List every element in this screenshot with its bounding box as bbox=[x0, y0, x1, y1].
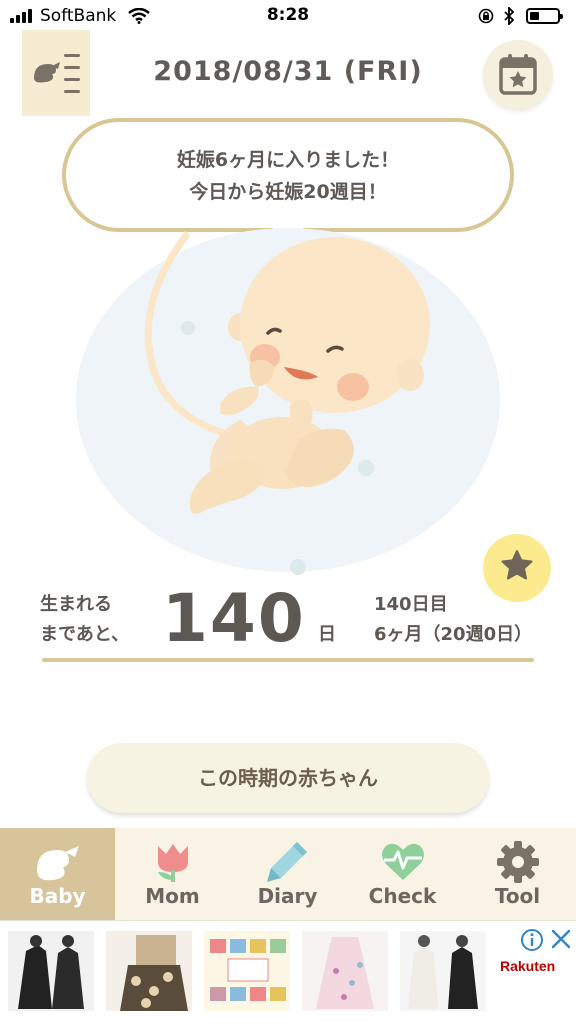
tab-mom[interactable]: Mom bbox=[115, 828, 230, 920]
calendar-button[interactable] bbox=[483, 40, 553, 110]
pencil-icon bbox=[267, 842, 307, 882]
ad-brand-logo: Rakuten bbox=[500, 958, 556, 974]
tab-baby-label: Baby bbox=[29, 884, 86, 908]
tab-baby[interactable]: Baby bbox=[0, 828, 115, 920]
countdown-label-line-1: 生まれる bbox=[40, 594, 112, 615]
ad-product-image[interactable] bbox=[106, 931, 192, 1011]
ad-product-image[interactable] bbox=[204, 931, 290, 1011]
ad-product-image[interactable] bbox=[400, 931, 486, 1011]
countdown-label: 生まれる まであと、 bbox=[40, 590, 129, 650]
pregnancy-progress: 140日目 6ヶ月（20週0日） bbox=[374, 590, 532, 650]
tab-diary[interactable]: Diary bbox=[230, 828, 345, 920]
tab-mom-label: Mom bbox=[145, 884, 200, 908]
days-remaining: 140 bbox=[162, 580, 306, 657]
ad-product-image[interactable] bbox=[8, 931, 94, 1011]
tab-tool-label: Tool bbox=[494, 884, 541, 908]
heart-pulse-icon bbox=[382, 843, 424, 880]
bird-icon bbox=[37, 846, 79, 881]
month-week: 6ヶ月（20週0日） bbox=[374, 624, 533, 645]
close-icon[interactable] bbox=[550, 928, 572, 950]
star-icon bbox=[501, 550, 533, 580]
days-unit: 日 bbox=[318, 624, 336, 645]
status-bar: SoftBank 8:28 bbox=[0, 0, 576, 34]
ad-product-image[interactable] bbox=[302, 931, 388, 1011]
orientation-lock-icon bbox=[478, 8, 494, 24]
ad-banner[interactable] bbox=[0, 920, 576, 1025]
baby-this-period-button[interactable]: この時期の赤ちゃん bbox=[87, 743, 489, 813]
divider bbox=[42, 658, 534, 662]
message-bubble: 妊娠6ヶ月に入りました！ 今日から妊娠20週目！ bbox=[62, 118, 514, 232]
gear-icon bbox=[497, 841, 539, 883]
countdown-label-line-2: まであと、 bbox=[40, 624, 130, 645]
message-line-2: 今日から妊娠20週目！ bbox=[189, 181, 387, 203]
day-count: 140日目 bbox=[374, 594, 448, 615]
tab-check[interactable]: Check bbox=[345, 828, 460, 920]
tab-check-label: Check bbox=[368, 884, 437, 908]
tab-diary-label: Diary bbox=[257, 884, 318, 908]
fetus-illustration bbox=[76, 228, 500, 575]
tab-bar: Baby Mom Diary Check Tool bbox=[0, 828, 576, 920]
info-icon[interactable] bbox=[520, 928, 544, 952]
tab-tool[interactable]: Tool bbox=[460, 828, 575, 920]
battery-icon bbox=[526, 8, 563, 24]
calendar-star-icon bbox=[499, 54, 537, 95]
bluetooth-icon bbox=[504, 7, 515, 25]
tulip-icon bbox=[158, 844, 188, 882]
message-line-1: 妊娠6ヶ月に入りました！ bbox=[176, 149, 400, 171]
